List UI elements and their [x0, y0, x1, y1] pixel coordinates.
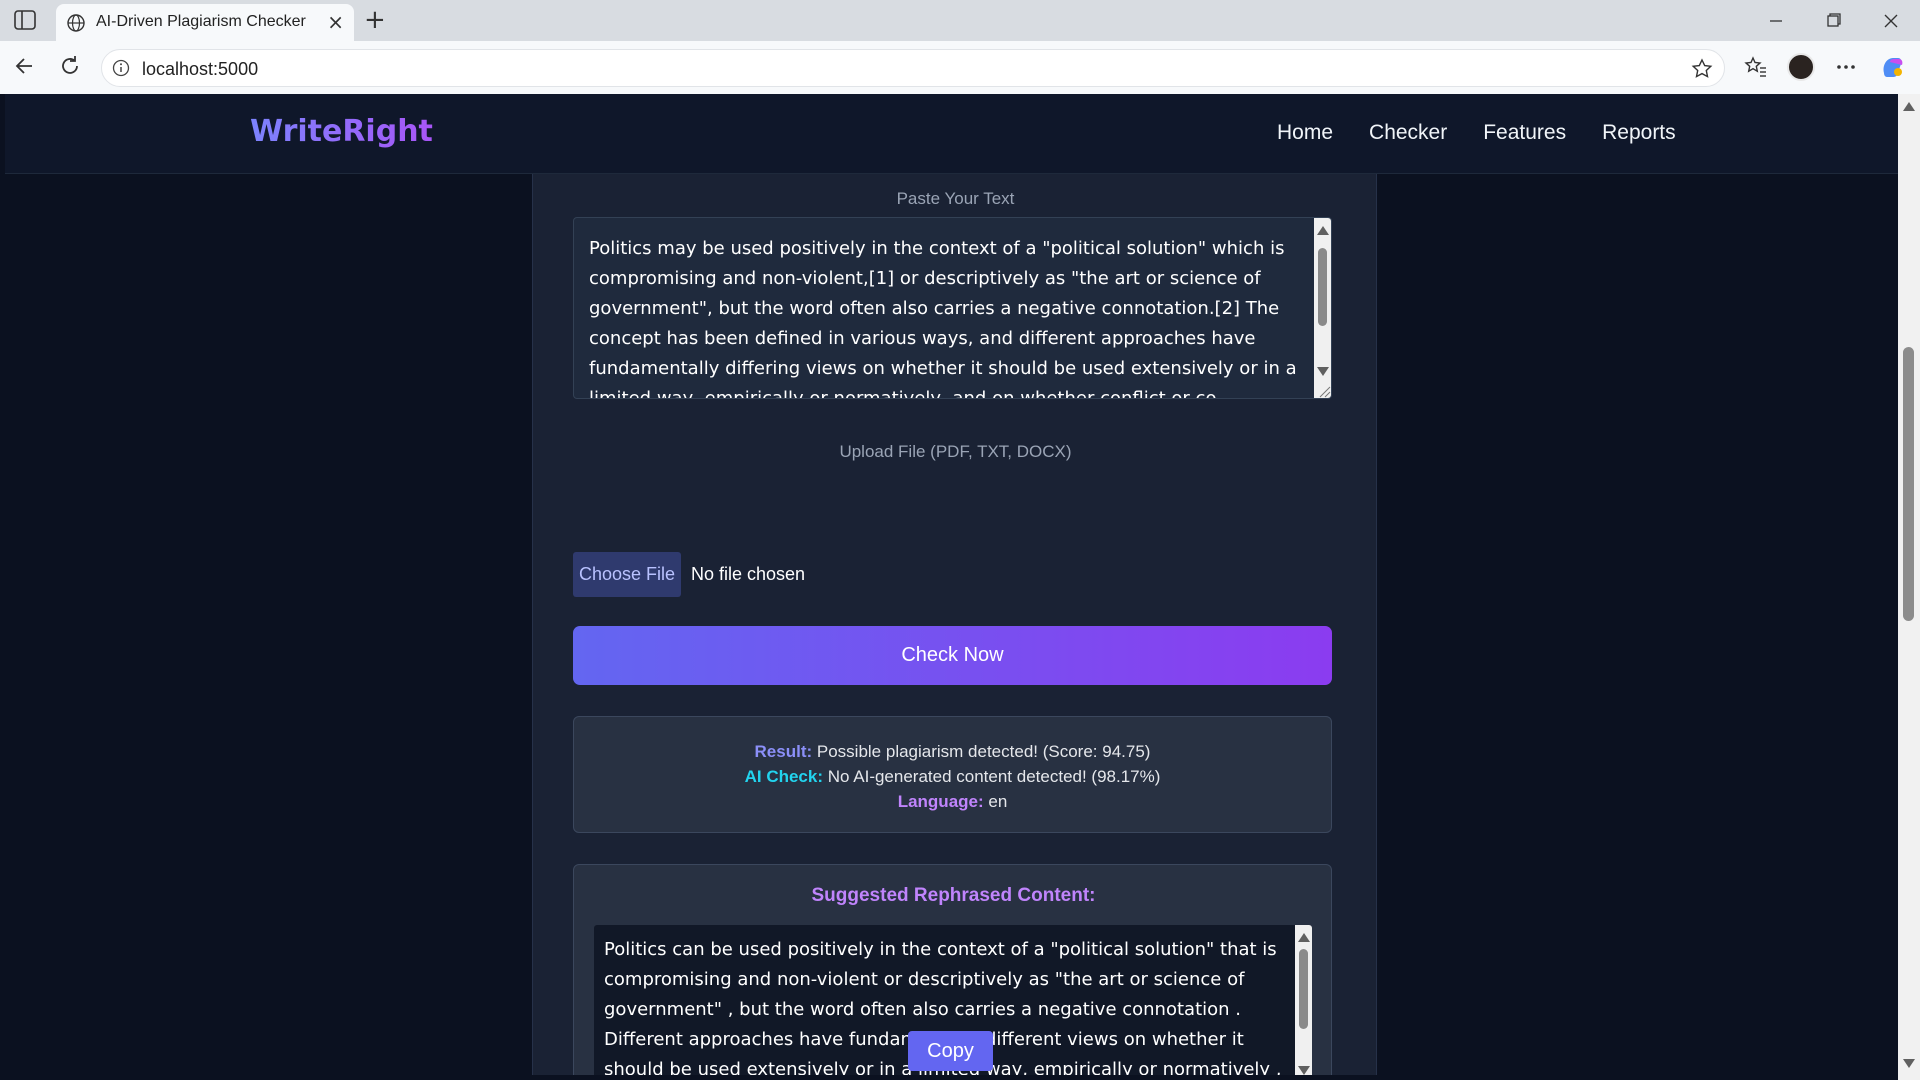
resize-handle-icon[interactable]: [1317, 384, 1331, 398]
page-viewport: WriteRight Home Checker Features Reports…: [5, 94, 1898, 1075]
result-box: Result: Possible plagiarism detected! (S…: [573, 716, 1332, 833]
nav-home[interactable]: Home: [1277, 121, 1333, 145]
rephrase-scrollbar[interactable]: [1295, 925, 1312, 1075]
scroll-down-icon[interactable]: [1317, 367, 1329, 376]
choose-file-button[interactable]: Choose File: [573, 552, 681, 597]
copy-button[interactable]: Copy: [908, 1031, 993, 1071]
info-icon[interactable]: [112, 59, 130, 77]
scroll-thumb[interactable]: [1318, 248, 1327, 326]
scroll-down-icon[interactable]: [1903, 1059, 1915, 1068]
site-navbar: WriteRight Home Checker Features Reports: [5, 94, 1898, 174]
scroll-down-icon[interactable]: [1298, 1066, 1310, 1075]
close-window-icon[interactable]: [1871, 8, 1911, 34]
result-value: Possible plagiarism detected! (Score: 94…: [812, 742, 1151, 761]
scroll-up-icon[interactable]: [1317, 226, 1329, 235]
browser-tab[interactable]: AI-Driven Plagiarism Checker ×: [56, 4, 354, 41]
address-bar-row: localhost:5000: [0, 41, 1920, 94]
profile-avatar[interactable]: [1787, 53, 1815, 81]
plus-icon[interactable]: +: [364, 6, 386, 34]
star-icon[interactable]: [1690, 57, 1714, 81]
back-icon[interactable]: [12, 53, 38, 79]
more-icon[interactable]: [1832, 53, 1860, 81]
language-key: Language:: [897, 792, 984, 811]
nav-reports[interactable]: Reports: [1602, 121, 1676, 145]
text-input-area[interactable]: Politics may be used positively in the c…: [573, 217, 1332, 399]
ai-check-line: AI Check: No AI-generated content detect…: [574, 764, 1331, 789]
scroll-thumb[interactable]: [1299, 949, 1308, 1029]
check-now-button[interactable]: Check Now: [573, 626, 1332, 685]
page-scrollbar[interactable]: [1898, 94, 1920, 1080]
globe-icon: [67, 14, 85, 32]
close-icon[interactable]: ×: [327, 12, 344, 32]
scroll-up-icon[interactable]: [1903, 102, 1915, 111]
result-key: Result:: [754, 742, 813, 761]
nav-features[interactable]: Features: [1483, 121, 1566, 145]
browser-titlebar: AI-Driven Plagiarism Checker × +: [0, 0, 1920, 41]
tab-title: AI-Driven Plagiarism Checker: [96, 13, 306, 30]
nav-links: Home Checker Features Reports: [1277, 121, 1676, 145]
url-bar[interactable]: localhost:5000: [101, 49, 1725, 87]
rephrase-title: Suggested Rephrased Content:: [811, 885, 1096, 906]
page-scroll-thumb[interactable]: [1903, 347, 1914, 621]
reload-icon[interactable]: [57, 53, 83, 79]
input-text: Politics may be used positively in the c…: [589, 238, 1297, 399]
nav-checker[interactable]: Checker: [1369, 121, 1447, 145]
url-text: localhost:5000: [142, 59, 259, 79]
restore-icon[interactable]: [1813, 8, 1853, 34]
ai-check-value: No AI-generated content detected! (98.17…: [823, 767, 1161, 786]
checker-panel: Paste Your Text Politics may be used pos…: [532, 174, 1377, 1075]
textarea-scrollbar[interactable]: [1314, 218, 1331, 398]
file-status: No file chosen: [691, 564, 806, 584]
result-line: Result: Possible plagiarism detected! (S…: [574, 739, 1331, 764]
language-value: en: [983, 792, 1008, 811]
copilot-icon[interactable]: [1878, 53, 1906, 81]
minimize-icon[interactable]: [1756, 8, 1796, 34]
paste-label: Paste Your Text: [896, 189, 1015, 208]
scroll-up-icon[interactable]: [1298, 933, 1310, 942]
language-line: Language: en: [574, 789, 1331, 814]
sidebar-toggle-icon[interactable]: [14, 10, 36, 30]
site-logo[interactable]: WriteRight: [250, 114, 433, 149]
ai-check-key: AI Check:: [744, 767, 824, 786]
upload-label: Upload File (PDF, TXT, DOCX): [839, 442, 1072, 461]
favorites-icon[interactable]: [1742, 53, 1770, 81]
